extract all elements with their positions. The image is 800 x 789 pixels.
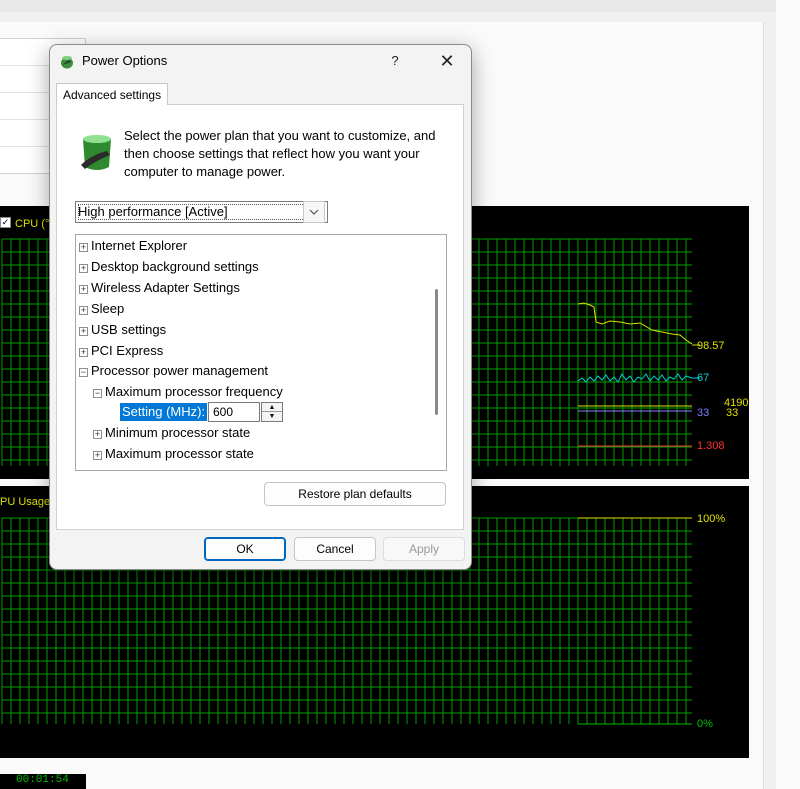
dialog-title-bar[interactable]: Power Options ? ✕ bbox=[50, 45, 471, 77]
collapse-icon[interactable]: − bbox=[93, 389, 102, 398]
usage-graph-label: PU Usage bbox=[0, 496, 51, 508]
elapsed-timer: 00:01:54 bbox=[0, 774, 86, 789]
restore-plan-defaults-button[interactable]: Restore plan defaults bbox=[264, 482, 446, 506]
legend-cyan-value: 67 bbox=[697, 372, 710, 384]
cpu-cyan-line bbox=[577, 373, 693, 383]
close-button[interactable]: ✕ bbox=[424, 45, 470, 77]
tree-item-internet-explorer[interactable]: + Internet Explorer bbox=[79, 236, 187, 256]
legend-blue-value: 33 bbox=[697, 407, 710, 419]
expand-icon[interactable]: + bbox=[79, 348, 88, 357]
tree-item-min-processor-state[interactable]: + Minimum processor state bbox=[93, 423, 250, 443]
expand-icon[interactable]: + bbox=[79, 243, 88, 252]
cpu-temp-line bbox=[577, 302, 693, 345]
legend-small-value: 33 bbox=[726, 407, 739, 419]
help-button[interactable]: ? bbox=[376, 45, 414, 77]
power-plan-select[interactable]: High performance [Active] bbox=[75, 201, 328, 223]
cpu-graph-label: CPU (° bbox=[15, 218, 50, 230]
usage-axis-bottom: 0% bbox=[697, 718, 713, 730]
apply-button[interactable]: Apply bbox=[383, 537, 465, 561]
tree-item-desktop-background[interactable]: + Desktop background settings bbox=[79, 257, 259, 277]
cancel-button[interactable]: Cancel bbox=[294, 537, 376, 561]
setting-spinner[interactable]: ▲ ▼ bbox=[261, 402, 283, 422]
tab-advanced-settings[interactable]: Advanced settings bbox=[56, 83, 169, 105]
power-options-dialog: Power Options ? ✕ Advanced settings Sele… bbox=[49, 44, 472, 570]
plan-description: Select the power plan that you want to c… bbox=[124, 128, 436, 179]
background-right-strip bbox=[776, 0, 800, 789]
setting-label[interactable]: Setting (MHz): bbox=[120, 403, 208, 421]
chevron-down-icon bbox=[309, 209, 319, 215]
dialog-title: Power Options bbox=[82, 53, 168, 68]
background-top-bar bbox=[0, 0, 800, 12]
tree-item-partial-next[interactable]: + bbox=[93, 465, 105, 470]
ok-button[interactable]: OK bbox=[204, 537, 286, 561]
tree-item-sleep[interactable]: + Sleep bbox=[79, 299, 124, 319]
expand-icon[interactable]: + bbox=[79, 285, 88, 294]
spin-down-icon[interactable]: ▼ bbox=[262, 412, 282, 421]
power-plan-dropdown[interactable] bbox=[303, 201, 325, 223]
expand-icon[interactable]: + bbox=[79, 327, 88, 336]
power-options-icon bbox=[61, 56, 73, 69]
tree-item-pci-express[interactable]: + PCI Express bbox=[79, 341, 163, 361]
usage-axis-top: 100% bbox=[697, 513, 726, 525]
expand-icon[interactable]: + bbox=[93, 430, 102, 439]
tree-item-max-processor-state[interactable]: + Maximum processor state bbox=[93, 444, 254, 464]
expand-icon[interactable]: + bbox=[93, 451, 102, 460]
legend-temp-value: 98.57 bbox=[697, 340, 725, 352]
expand-icon[interactable]: + bbox=[79, 306, 88, 315]
tree-item-wireless-adapter[interactable]: + Wireless Adapter Settings bbox=[79, 278, 240, 298]
tree-item-usb-settings[interactable]: + USB settings bbox=[79, 320, 166, 340]
tree-scrollbar[interactable] bbox=[427, 235, 446, 470]
setting-value-input[interactable]: 600 bbox=[208, 402, 260, 422]
collapse-icon[interactable]: − bbox=[79, 368, 88, 377]
spin-up-icon[interactable]: ▲ bbox=[262, 403, 282, 412]
tree-item-max-processor-frequency[interactable]: − Maximum processor frequency bbox=[93, 382, 283, 402]
legend-red-value: 1.308 bbox=[697, 440, 725, 452]
tree-scrollbar-thumb[interactable] bbox=[435, 289, 438, 415]
expand-icon[interactable]: + bbox=[79, 264, 88, 273]
tree-item-processor-power[interactable]: − Processor power management bbox=[79, 361, 268, 381]
settings-tree[interactable]: + Internet Explorer + Desktop background s… bbox=[75, 234, 447, 471]
cpu-graph-checkbox[interactable]: ✓ bbox=[0, 217, 11, 228]
battery-plan-icon bbox=[81, 135, 111, 170]
